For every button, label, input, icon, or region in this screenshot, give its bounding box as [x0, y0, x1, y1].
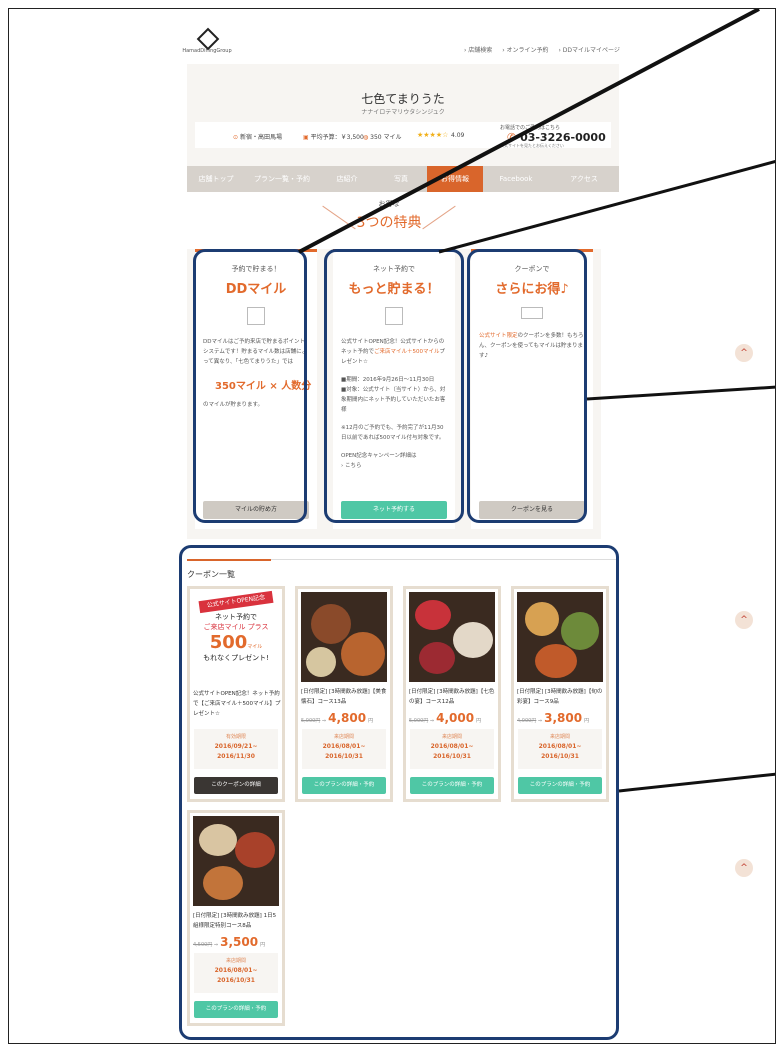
- group-logo[interactable]: HamadDiningGroup: [167, 31, 247, 54]
- benefits-title: 3つの特典: [356, 215, 422, 231]
- link-mypage[interactable]: › DDマイルマイページ: [558, 47, 619, 54]
- scroll-top-icon[interactable]: ^: [735, 344, 753, 362]
- annotation-box: [193, 249, 307, 523]
- annotation-box: [467, 249, 587, 523]
- budget-text: ▣ 平均予算：￥3,500: [303, 132, 364, 141]
- annotation-line: [618, 772, 775, 793]
- link-online-reserve[interactable]: › オンライン予約: [502, 47, 548, 54]
- location-text[interactable]: ⊙ 新宿・高田馬場: [233, 132, 282, 141]
- miles-label: 350 マイル: [370, 134, 402, 141]
- miles-text: ◍ 350 マイル: [363, 132, 402, 141]
- diamond-logo-icon: [196, 31, 218, 45]
- tab-facebook[interactable]: Facebook: [483, 166, 549, 192]
- shop-kana: ナナイロテマリウタシンジュク: [361, 109, 445, 116]
- annotation-box: [324, 249, 464, 523]
- tab-photos[interactable]: 写真: [375, 166, 427, 192]
- shop-hero: 七色てまりうた ナナイロテマリウタシンジュク ⊙ 新宿・高田馬場 ▣ 平均予算：…: [187, 64, 619, 166]
- tab-intro[interactable]: 店紹介: [319, 166, 375, 192]
- tel-sub: 公式サイトを見たとお伝えください: [500, 143, 564, 148]
- shop-info-bar: ⊙ 新宿・高田馬場 ▣ 平均予算：￥3,500 ◍ 350 マイル ★★★★☆ …: [195, 122, 611, 148]
- rating-stars: ★★★★☆: [417, 131, 449, 139]
- location-pin-icon: ⊙: [233, 134, 239, 141]
- location-label: 新宿・高田馬場: [239, 134, 282, 141]
- link-shop-search[interactable]: › 店舗検索: [464, 47, 492, 54]
- budget-label: 平均予算：￥3,500: [310, 134, 364, 141]
- tab-shop-top[interactable]: 店舗トップ: [187, 166, 245, 192]
- rating-value: 4.09: [451, 132, 465, 139]
- annotation-line: [586, 385, 775, 401]
- tel-note: お電話でのご予約はこちら: [500, 125, 561, 131]
- site-header: HamadDiningGroup › 店舗検索 › オンライン予約 › DDマイ…: [9, 9, 775, 64]
- tab-deals[interactable]: お得情報: [427, 166, 483, 192]
- wallet-icon: ▣: [303, 134, 309, 141]
- header-links: › 店舗検索 › オンライン予約 › DDマイルマイページ: [464, 45, 628, 54]
- page-frame: HamadDiningGroup › 店舗検索 › オンライン予約 › DDマイ…: [8, 8, 776, 1044]
- benefits-sub: お得な: [378, 200, 400, 208]
- scroll-top-icon[interactable]: ^: [735, 611, 753, 629]
- shop-nav: 店舗トップ プラン一覧・予約 店紹介 写真 お得情報 Facebook アクセス: [187, 166, 619, 192]
- scroll-top-icon[interactable]: ^: [735, 859, 753, 877]
- tab-plans[interactable]: プラン一覧・予約: [245, 166, 319, 192]
- coin-icon: ◍: [363, 134, 369, 141]
- tab-access[interactable]: アクセス: [549, 166, 619, 192]
- shop-name: 七色てまりうた: [361, 92, 445, 106]
- annotation-box: [179, 545, 619, 1040]
- benefits-heading: お得な 3つの特典: [309, 199, 469, 249]
